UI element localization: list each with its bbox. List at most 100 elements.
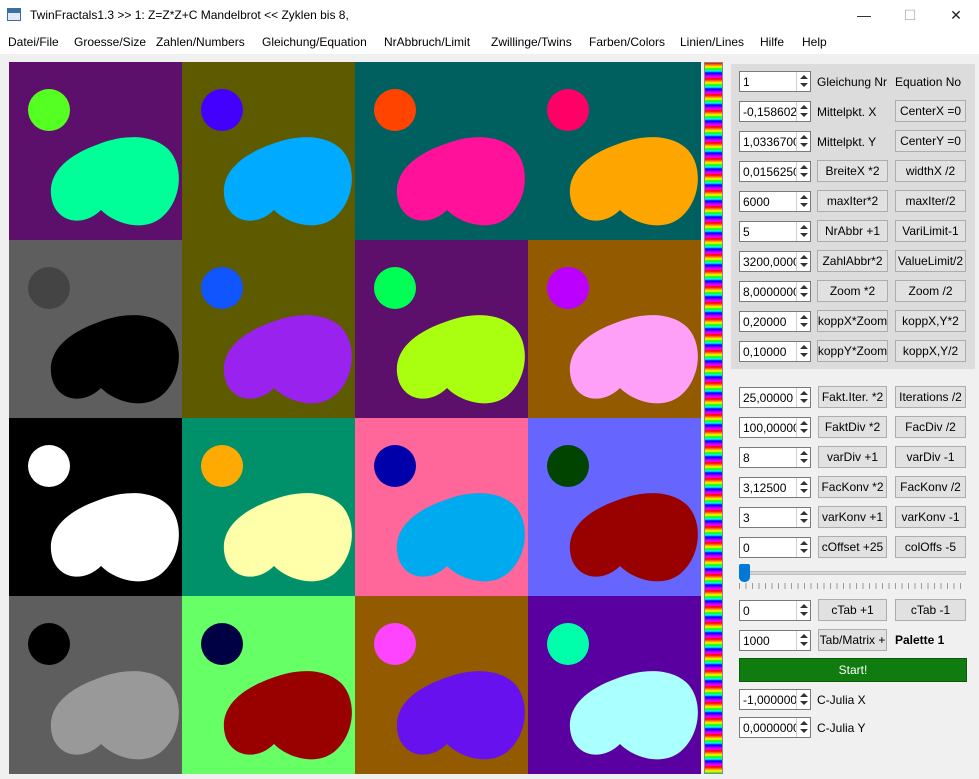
color-offset-slider-handle[interactable] (739, 564, 750, 582)
param-spinbox-9[interactable]: 0,10000 (739, 341, 811, 362)
color-right-button-3[interactable]: FacKonv /2 (895, 476, 966, 498)
color-left-button-3[interactable]: FacKonv *2 (818, 476, 887, 498)
menu-zwillinge-twins[interactable]: Zwillinge/Twins (491, 35, 572, 49)
spin-up-icon[interactable] (800, 345, 808, 349)
fractal-tile[interactable] (355, 596, 528, 774)
color-left-button-5[interactable]: cOffset +25 (818, 536, 887, 558)
param-right-button-2[interactable]: CenterY =0 (895, 130, 966, 152)
spin-down-icon[interactable] (800, 233, 808, 237)
spin-down-icon[interactable] (800, 323, 808, 327)
spin-down-icon[interactable] (800, 429, 808, 433)
fractal-tile[interactable] (9, 418, 182, 596)
color-right-button-0[interactable]: Iterations /2 (895, 386, 966, 408)
fractal-tile[interactable] (9, 596, 182, 774)
spin-up-icon[interactable] (800, 225, 808, 229)
menu-hilfe[interactable]: Hilfe (760, 35, 784, 49)
spin-up-icon[interactable] (800, 451, 808, 455)
fractal-tile[interactable] (528, 62, 701, 240)
spin-down-icon[interactable] (800, 143, 808, 147)
spin-up-icon[interactable] (800, 165, 808, 169)
fractal-tile[interactable] (9, 62, 182, 240)
menu-groesse-size[interactable]: Groesse/Size (74, 35, 146, 49)
color-right-button-2[interactable]: varDiv -1 (895, 446, 966, 468)
param-left-button-4[interactable]: maxIter*2 (817, 190, 888, 212)
tab-matrix-spinbox[interactable]: 1000 (739, 630, 811, 651)
spin-down-icon[interactable] (800, 701, 808, 705)
spin-up-icon[interactable] (800, 604, 808, 608)
param-left-button-6[interactable]: ZahlAbbr*2 (817, 250, 888, 272)
fractal-tile[interactable] (355, 418, 528, 596)
spin-down-icon[interactable] (800, 203, 808, 207)
color-spinbox-3[interactable]: 3,12500 (739, 477, 811, 498)
menu-gleichung-equation[interactable]: Gleichung/Equation (262, 35, 367, 49)
fractal-tile[interactable] (355, 240, 528, 418)
color-left-button-0[interactable]: Fakt.Iter. *2 (818, 386, 887, 408)
param-spinbox-3[interactable]: 0,0156250 (739, 161, 811, 182)
spin-up-icon[interactable] (800, 135, 808, 139)
spin-down-icon[interactable] (800, 489, 808, 493)
spin-up-icon[interactable] (800, 541, 808, 545)
start-button[interactable]: Start! (739, 658, 967, 682)
maximize-button[interactable]: ☐ (887, 0, 933, 30)
param-left-button-9[interactable]: koppY*Zoom (817, 340, 888, 362)
color-right-button-1[interactable]: FacDiv /2 (895, 416, 966, 438)
color-spinbox-2[interactable]: 8 (739, 447, 811, 468)
tab-matrix-button[interactable]: Tab/Matrix + (818, 629, 887, 651)
param-right-button-8[interactable]: koppX,Y*2 (895, 310, 966, 332)
fractal-tile[interactable] (528, 418, 701, 596)
param-right-button-7[interactable]: Zoom /2 (895, 280, 966, 302)
julia-x-spinbox[interactable]: -1,0000000 (739, 689, 811, 710)
fractal-canvas[interactable] (9, 62, 701, 774)
ctab-spinbox[interactable]: 0 (739, 600, 811, 621)
spin-down-icon[interactable] (800, 729, 808, 733)
param-left-button-7[interactable]: Zoom *2 (817, 280, 888, 302)
param-right-button-3[interactable]: widthX /2 (895, 160, 966, 182)
fractal-tile[interactable] (528, 596, 701, 774)
param-spinbox-7[interactable]: 8,0000000 (739, 281, 811, 302)
color-left-button-2[interactable]: varDiv +1 (818, 446, 887, 468)
ctab-minus-button[interactable]: cTab -1 (895, 599, 966, 621)
param-left-button-3[interactable]: BreiteX *2 (817, 160, 888, 182)
fractal-tile[interactable] (528, 240, 701, 418)
spin-down-icon[interactable] (800, 612, 808, 616)
spin-down-icon[interactable] (800, 399, 808, 403)
param-left-button-5[interactable]: NrAbbr +1 (817, 220, 888, 242)
color-spinbox-5[interactable]: 0 (739, 537, 811, 558)
color-spinbox-4[interactable]: 3 (739, 507, 811, 528)
fractal-tile[interactable] (182, 62, 355, 240)
param-spinbox-2[interactable]: 1,0336700 (739, 131, 811, 152)
ctab-plus-button[interactable]: cTab +1 (818, 599, 887, 621)
spin-up-icon[interactable] (800, 195, 808, 199)
menu-zahlen-numbers[interactable]: Zahlen/Numbers (156, 35, 245, 49)
spin-up-icon[interactable] (800, 255, 808, 259)
spin-down-icon[interactable] (800, 459, 808, 463)
color-right-button-5[interactable]: colOffs -5 (895, 536, 966, 558)
spin-up-icon[interactable] (800, 75, 808, 79)
spin-down-icon[interactable] (800, 263, 808, 267)
spin-up-icon[interactable] (800, 634, 808, 638)
param-right-button-5[interactable]: VariLimit-1 (895, 220, 966, 242)
color-spinbox-0[interactable]: 25,00000 (739, 387, 811, 408)
param-spinbox-5[interactable]: 5 (739, 221, 811, 242)
spin-up-icon[interactable] (800, 511, 808, 515)
menu-datei-file[interactable]: Datei/File (8, 35, 59, 49)
fractal-tile[interactable] (9, 240, 182, 418)
spin-up-icon[interactable] (800, 315, 808, 319)
fractal-tile[interactable] (182, 240, 355, 418)
color-offset-slider-track[interactable] (739, 571, 966, 575)
spin-down-icon[interactable] (800, 549, 808, 553)
color-spinbox-1[interactable]: 100,00000 (739, 417, 811, 438)
param-spinbox-8[interactable]: 0,20000 (739, 311, 811, 332)
julia-y-spinbox[interactable]: 0,0000000 (739, 717, 811, 738)
param-right-button-1[interactable]: CenterX =0 (895, 100, 966, 122)
menu-farben-colors[interactable]: Farben/Colors (589, 35, 665, 49)
spin-down-icon[interactable] (800, 83, 808, 87)
param-left-button-8[interactable]: koppX*Zoom (817, 310, 888, 332)
fractal-tile[interactable] (182, 596, 355, 774)
spin-up-icon[interactable] (800, 421, 808, 425)
spin-up-icon[interactable] (800, 481, 808, 485)
spin-up-icon[interactable] (800, 105, 808, 109)
param-spinbox-6[interactable]: 3200,0000 (739, 251, 811, 272)
param-right-button-9[interactable]: koppX,Y/2 (895, 340, 966, 362)
color-left-button-4[interactable]: varKonv +1 (818, 506, 887, 528)
